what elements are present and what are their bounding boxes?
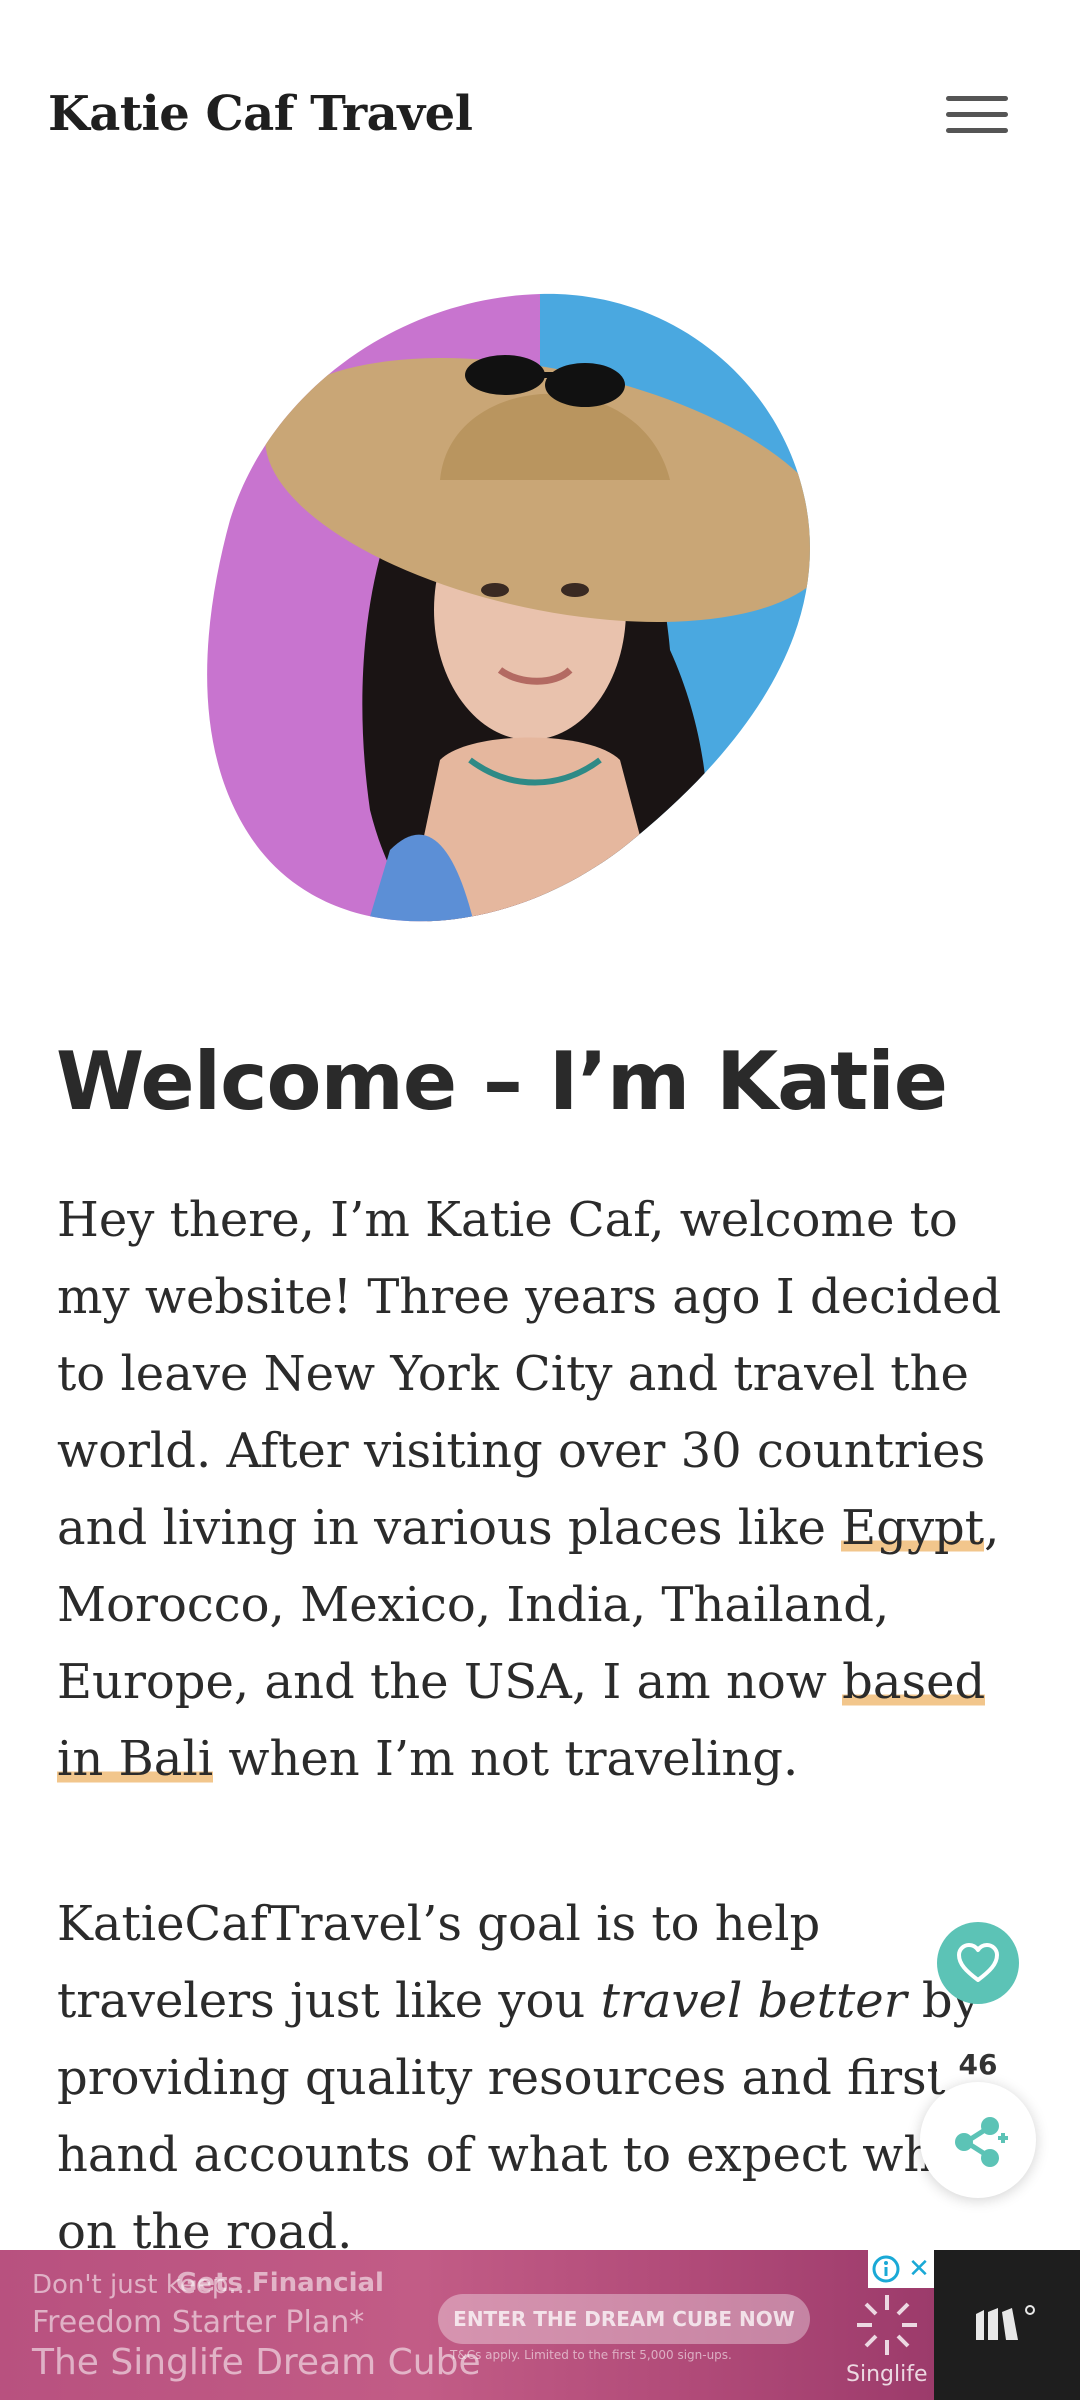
goal-paragraph: KatieCafTravel’s goal is to help travele… xyxy=(57,1886,1027,2271)
goal-emphasis: travel better xyxy=(600,1973,907,2029)
ad-line-2: Freedom Starter Plan* xyxy=(32,2305,365,2340)
ad-banner: Don't just keep... Gets Financial Freedo… xyxy=(0,2250,1080,2400)
site-title[interactable]: Katie Caf Travel xyxy=(48,86,473,142)
mediavine-logo-icon xyxy=(976,2305,1035,2340)
page-heading: Welcome – I’m Katie xyxy=(56,1035,948,1128)
ad-brand-logo-icon xyxy=(857,2295,917,2355)
ad-close-button[interactable]: ✕ xyxy=(908,2254,930,2284)
ad-side-panel xyxy=(934,2250,1080,2400)
ad-line-3: The Singlife Dream Cube xyxy=(32,2342,481,2383)
ad-choices[interactable]: ✕ xyxy=(868,2250,934,2288)
favorite-button[interactable] xyxy=(937,1922,1019,2004)
profile-photo-graphic xyxy=(207,293,810,922)
info-icon[interactable] xyxy=(872,2255,900,2283)
ad-fine-print: T&Cs apply. Limited to the first 5,000 s… xyxy=(450,2348,732,2362)
intro-text-3: when I’m not traveling. xyxy=(213,1731,799,1787)
site-header: Katie Caf Travel xyxy=(0,0,1080,240)
share-icon xyxy=(955,2117,1008,2167)
ad-creative[interactable]: Don't just keep... Gets Financial Freedo… xyxy=(0,2250,934,2400)
intro-paragraph: Hey there, I’m Katie Caf, welcome to my … xyxy=(57,1182,1027,1798)
profile-photo xyxy=(200,290,880,950)
ad-brand-name: Singlife xyxy=(846,2362,928,2387)
hamburger-menu-icon[interactable] xyxy=(946,96,1008,144)
share-button[interactable] xyxy=(920,2082,1036,2198)
heart-icon xyxy=(957,1943,999,1982)
link-egypt[interactable]: Egypt xyxy=(841,1500,985,1556)
ad-cta-button[interactable]: ENTER THE DREAM CUBE NOW xyxy=(438,2294,810,2344)
ad-headline: Gets Financial xyxy=(176,2268,384,2298)
